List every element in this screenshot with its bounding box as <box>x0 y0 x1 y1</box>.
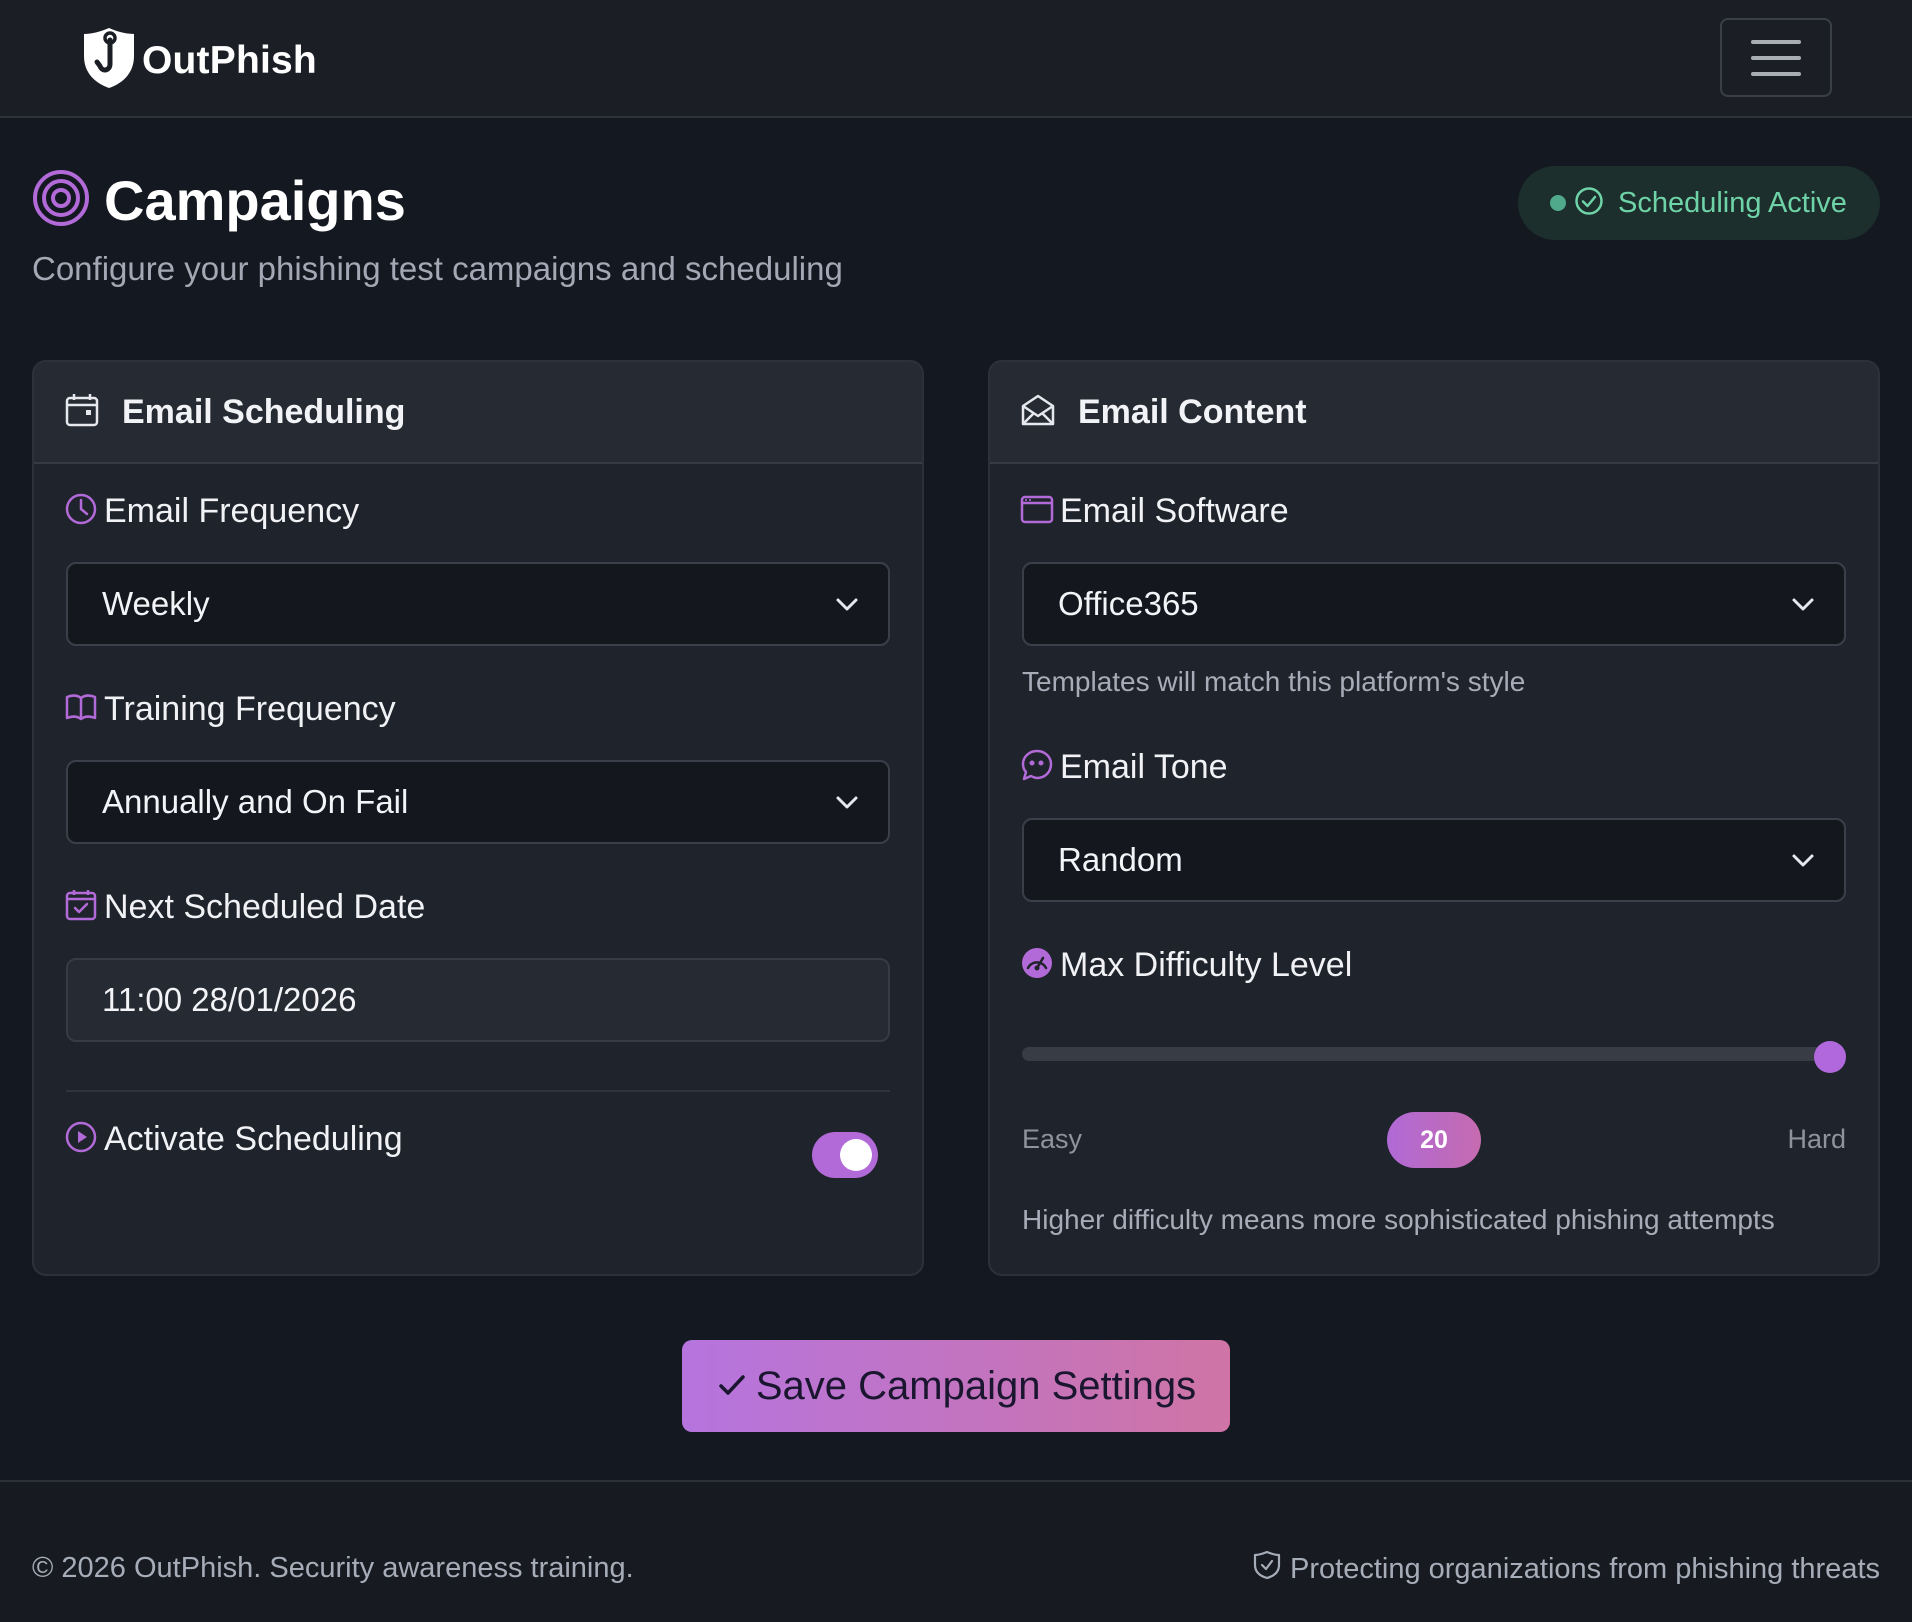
shield-hook-icon <box>80 26 138 95</box>
next-date-field[interactable]: 11:00 28/01/2026 <box>66 958 890 1042</box>
brand-name: OutPhish <box>142 38 317 82</box>
check-circle-icon <box>1566 186 1604 221</box>
status-dot <box>1550 195 1566 211</box>
clock-icon <box>64 492 98 531</box>
email-scheduling-card: Email Scheduling Email Frequency Weekly … <box>32 360 924 1276</box>
speedometer-icon <box>1020 946 1054 985</box>
calendar-icon <box>64 392 100 433</box>
status-label: Scheduling Active <box>1618 186 1847 219</box>
page-title: Campaigns <box>104 169 406 232</box>
email-tone-select[interactable]: Random <box>1022 818 1846 902</box>
book-icon <box>64 690 98 729</box>
chat-quote-icon <box>1020 748 1054 787</box>
page-header: Campaigns <box>32 168 406 233</box>
email-software-select[interactable]: Office365 <box>1022 562 1846 646</box>
status-badge: Scheduling Active <box>1518 166 1880 240</box>
email-tone-label: Email Tone <box>1020 748 1228 787</box>
window-icon <box>1020 492 1054 531</box>
email-software-help: Templates will match this platform's sty… <box>1022 666 1526 697</box>
card-header: Email Content <box>990 362 1878 464</box>
target-icon <box>32 169 90 232</box>
card-header: Email Scheduling <box>34 362 922 464</box>
training-frequency-select[interactable]: Annually and On Fail <box>66 760 890 844</box>
difficulty-slider-track[interactable] <box>1022 1047 1846 1061</box>
email-content-card: Email Content Email Software Office365 T… <box>988 360 1880 1276</box>
email-frequency-select[interactable]: Weekly <box>66 562 890 646</box>
email-software-label: Email Software <box>1020 492 1289 531</box>
difficulty-slider-thumb[interactable] <box>1814 1041 1846 1073</box>
difficulty-min-label: Easy <box>1022 1124 1083 1154</box>
training-frequency-label: Training Frequency <box>64 690 396 729</box>
play-circle-icon <box>64 1120 98 1159</box>
check-icon <box>716 1369 748 1404</box>
divider <box>66 1090 890 1092</box>
footer: © 2026 OutPhish. Security awareness trai… <box>0 1480 1912 1622</box>
page-subtitle: Configure your phishing test campaigns a… <box>32 250 843 287</box>
email-frequency-label: Email Frequency <box>64 492 359 531</box>
menu-toggle-button[interactable] <box>1720 18 1832 97</box>
difficulty-help: Higher difficulty means more sophisticat… <box>1022 1204 1775 1235</box>
save-campaign-settings-button[interactable]: Save Campaign Settings <box>682 1340 1230 1432</box>
difficulty-max-label: Hard <box>1787 1124 1846 1154</box>
next-date-label: Next Scheduled Date <box>64 888 425 927</box>
top-navbar: OutPhish <box>0 0 1912 118</box>
envelope-open-icon <box>1020 392 1056 433</box>
difficulty-value-badge: 20 <box>1387 1112 1481 1168</box>
card-title: Email Scheduling <box>122 392 406 431</box>
shield-check-icon <box>1252 1550 1282 1588</box>
activate-scheduling-label: Activate Scheduling <box>64 1120 403 1159</box>
activate-scheduling-toggle[interactable] <box>812 1132 878 1178</box>
toggle-knob <box>840 1139 872 1171</box>
difficulty-label: Max Difficulty Level <box>1020 946 1352 985</box>
hamburger-icon <box>1751 39 1801 44</box>
footer-copyright: © 2026 OutPhish. Security awareness trai… <box>32 1552 634 1584</box>
card-title: Email Content <box>1078 392 1307 431</box>
calendar-check-icon <box>64 888 98 927</box>
brand[interactable]: OutPhish <box>80 26 317 95</box>
footer-tagline: Protecting organizations from phishing t… <box>1244 1550 1880 1588</box>
